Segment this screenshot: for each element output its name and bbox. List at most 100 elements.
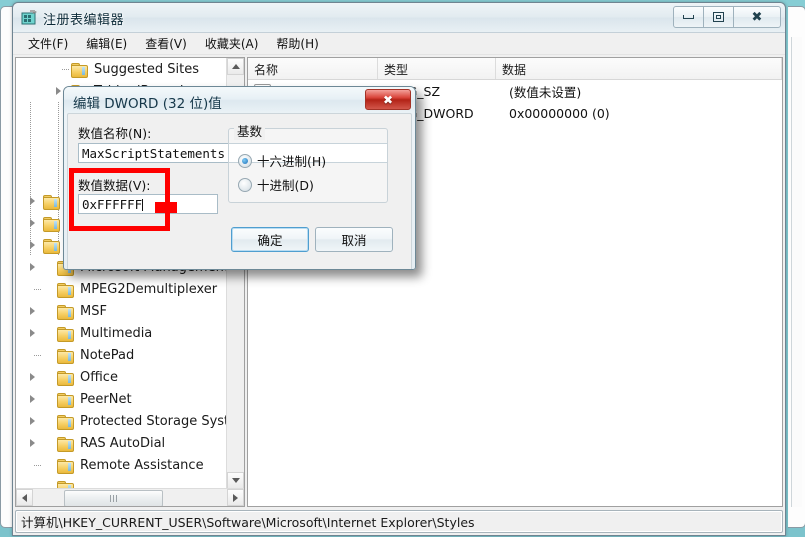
tree-item-remote-assistance[interactable]: Remote Assistance (16, 454, 227, 476)
tree-item-notepad[interactable]: NotePad (16, 344, 227, 366)
menu-edit[interactable]: 编辑(E) (77, 33, 136, 54)
radio-decimal[interactable]: 十进制(D) (238, 175, 314, 194)
tree-item-multimedia[interactable]: Multimedia (16, 322, 227, 344)
menu-favorites[interactable]: 收藏夹(A) (196, 33, 268, 54)
tree-item-label: MPEG2Demultiplexer (80, 281, 218, 297)
folder-icon (57, 326, 74, 342)
minimize-icon (683, 15, 694, 19)
tree-item-label: PeerNet (80, 391, 132, 407)
expand-arrow-icon[interactable] (30, 439, 35, 447)
value-data-text: 0xFFFFFF (82, 197, 143, 212)
expand-arrow-icon[interactable] (56, 87, 61, 95)
tree-connector (34, 289, 42, 290)
screen: 注册表编辑器 ✖ 文件(F) 编辑(E) 查看(V) 收藏夹(A) 帮助(H) (0, 0, 805, 537)
outer-window-right-edge (788, 6, 805, 528)
value-data: 0x00000000 (0) (509, 105, 610, 121)
scroll-up-button[interactable] (227, 58, 244, 75)
scroll-down-button[interactable] (227, 472, 244, 489)
tree-item-peernet[interactable]: PeerNet (16, 388, 227, 410)
ok-button[interactable]: 确定 (231, 227, 309, 252)
minimize-button[interactable] (673, 6, 704, 28)
value-data-input[interactable]: 0xFFFFFF (78, 194, 218, 214)
statusbar: 计算机\HKEY_CURRENT_USER\Software\Microsoft… (15, 510, 783, 533)
tree-item-label: Protected Storage Syste (80, 413, 227, 429)
expand-arrow-icon[interactable] (30, 417, 35, 425)
menu-help[interactable]: 帮助(H) (267, 33, 327, 54)
scroll-left-button[interactable] (16, 489, 33, 506)
value-data-label: 数值数据(V): (78, 178, 151, 193)
expand-arrow-icon[interactable] (30, 329, 35, 337)
column-header-data[interactable]: 数据 (496, 58, 782, 79)
tree-item-label: Multimedia (80, 325, 153, 341)
expand-arrow-icon[interactable] (30, 395, 35, 403)
column-header-name[interactable]: 名称 (248, 58, 378, 79)
maximize-button[interactable] (703, 6, 734, 28)
radio-hexadecimal[interactable]: 十六进制(H) (238, 151, 326, 170)
grip-icon (109, 495, 118, 502)
tree-connector (62, 69, 70, 70)
triangle-down-icon (231, 478, 240, 483)
folder-icon (57, 436, 74, 452)
column-header-type[interactable]: 类型 (378, 58, 496, 79)
dialog-title: 编辑 DWORD (32 位)值 (73, 96, 222, 112)
folder-icon (57, 458, 74, 474)
radio-dot-icon (238, 177, 252, 192)
menu-view[interactable]: 查看(V) (136, 33, 196, 54)
window-titlebar: 注册表编辑器 ✖ (13, 3, 785, 33)
radio-label: 十六进制(H) (257, 154, 327, 169)
menubar: 文件(F) 编辑(E) 查看(V) 收藏夹(A) 帮助(H) (13, 33, 785, 55)
tree-item-label: Remote Assistance (80, 457, 204, 473)
tree-item-office[interactable]: Office (16, 366, 227, 388)
tree-connector (34, 355, 42, 356)
tree-item-mpeg2demultiplexer[interactable]: MPEG2Demultiplexer (16, 278, 227, 300)
triangle-left-icon (22, 493, 27, 502)
folder-icon (57, 348, 74, 364)
scroll-right-button[interactable] (227, 489, 244, 506)
maximize-icon (713, 12, 724, 22)
tree-item-ras-autodial[interactable]: RAS AutoDial (16, 432, 227, 454)
folder-icon (57, 392, 74, 408)
cancel-button[interactable]: 取消 (315, 227, 393, 252)
tree-horizontal-scrollbar[interactable] (16, 488, 244, 506)
expand-arrow-icon[interactable] (30, 263, 35, 271)
radio-label: 十进制(D) (257, 178, 314, 193)
registry-editor-icon (21, 10, 37, 25)
dialog-body: 数值名称(N): MaxScriptStatements 数值数据(V): 0x… (67, 113, 412, 269)
window-title: 注册表编辑器 (43, 13, 125, 28)
tree-item-msf[interactable]: MSF (16, 300, 227, 322)
tree-item-label: Office (80, 369, 118, 385)
registry-path: 计算机\HKEY_CURRENT_USER\Software\Microsoft… (21, 515, 475, 530)
folder-icon (71, 62, 88, 78)
dialog-close-button[interactable]: ✖ (365, 89, 411, 110)
tree-item-suggested-sites[interactable]: Suggested Sites (16, 58, 227, 80)
expand-arrow-icon[interactable] (30, 307, 35, 315)
dialog-titlebar: 编辑 DWORD (32 位)值 ✖ (64, 87, 415, 113)
menu-file[interactable]: 文件(F) (19, 33, 77, 54)
folder-icon (57, 414, 74, 430)
close-button[interactable]: ✖ (733, 6, 781, 28)
tree-connector (34, 465, 42, 466)
tree-item-label: MSF (80, 303, 107, 319)
close-icon: ✖ (382, 92, 394, 107)
folder-icon (57, 304, 74, 320)
tree-item-label: NotePad (80, 347, 135, 363)
triangle-up-icon (231, 64, 240, 69)
window-controls: ✖ (673, 6, 781, 28)
outer-window-right-inner (791, 37, 802, 507)
close-icon: ✖ (751, 9, 763, 25)
values-column-headers: 名称 类型 数据 (248, 58, 782, 80)
radio-dot-icon (238, 153, 252, 168)
text-caret (142, 199, 144, 211)
tree-item-protected-storage-system[interactable]: Protected Storage Syste (16, 410, 227, 432)
tree-item-label: Suggested Sites (94, 61, 199, 77)
folder-icon (57, 370, 74, 386)
expand-arrow-icon[interactable] (30, 373, 35, 381)
value-data: (数值未设置) (509, 84, 582, 100)
tree-item-label: RAS AutoDial (80, 435, 166, 451)
value-name-label: 数值名称(N): (78, 126, 152, 141)
triangle-right-icon (233, 493, 238, 502)
base-group-label: 基数 (234, 121, 266, 140)
folder-icon (57, 282, 74, 298)
tree-hscroll-thumb[interactable] (64, 490, 163, 506)
edit-dword-dialog: 编辑 DWORD (32 位)值 ✖ 数值名称(N): MaxScriptSta… (63, 86, 416, 270)
